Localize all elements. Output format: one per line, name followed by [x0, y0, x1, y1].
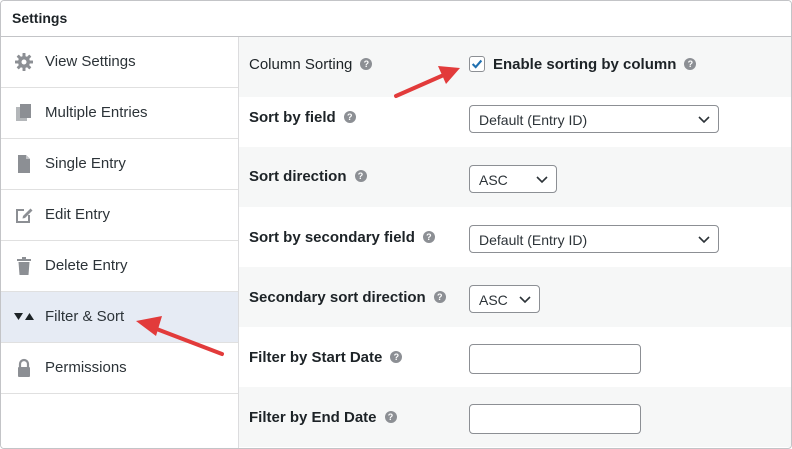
sidebar-item-label: Delete Entry	[45, 257, 128, 274]
sidebar-item-label: Permissions	[45, 359, 127, 376]
setting-label: Filter by End Date?	[249, 409, 397, 426]
row-sort-direction: Sort direction? ASC	[239, 147, 791, 207]
checkmark-icon	[471, 59, 483, 69]
help-icon[interactable]: ?	[360, 58, 373, 70]
row-filter-end-date: Filter by End Date?	[239, 387, 791, 447]
help-icon[interactable]: ?	[390, 351, 403, 363]
sidebar-item-single-entry[interactable]: Single Entry	[1, 139, 238, 190]
secondary-sort-direction-select[interactable]: ASC	[469, 285, 540, 313]
help-icon[interactable]: ?	[433, 291, 446, 303]
settings-panel: Settings View Settings Multiple Entries …	[0, 0, 792, 449]
settings-content: Column Sorting? Enable sorting by column…	[239, 37, 791, 448]
checkbox-label: Enable sorting by column?	[493, 56, 697, 73]
chevron-down-icon	[536, 176, 548, 184]
sort-by-secondary-field-select[interactable]: Default (Entry ID)	[469, 225, 719, 253]
trash-icon	[17, 257, 31, 275]
setting-label: Sort by secondary field?	[249, 229, 435, 246]
gear-icon	[15, 53, 33, 71]
panel-title: Settings	[12, 10, 68, 26]
sidebar-item-label: Single Entry	[45, 155, 126, 172]
help-icon[interactable]: ?	[354, 170, 367, 182]
document-icon	[18, 155, 30, 173]
row-filter-start-date: Filter by Start Date?	[239, 327, 791, 387]
chevron-down-icon	[698, 236, 710, 244]
chevron-down-icon	[698, 116, 710, 124]
filter-end-date-input[interactable]	[469, 404, 641, 434]
help-icon[interactable]: ?	[422, 231, 435, 243]
help-icon[interactable]: ?	[343, 111, 356, 123]
multiple-documents-icon	[16, 104, 31, 121]
sidebar-item-label: Edit Entry	[45, 206, 111, 223]
sidebar-item-multiple-entries[interactable]: Multiple Entries	[1, 88, 238, 139]
setting-label: Sort by field?	[249, 109, 356, 126]
sort-by-field-select[interactable]: Default (Entry ID)	[469, 105, 719, 133]
help-icon[interactable]: ?	[684, 58, 697, 70]
row-secondary-sort-direction: Secondary sort direction? ASC	[239, 267, 791, 327]
sidebar-item-permissions[interactable]: Permissions	[1, 343, 238, 394]
settings-sidebar: View Settings Multiple Entries Single En…	[1, 37, 239, 448]
filter-sort-icon	[14, 313, 34, 320]
setting-label: Sort direction?	[249, 168, 367, 185]
panel-header: Settings	[1, 1, 791, 37]
chevron-down-icon	[519, 296, 531, 304]
setting-label: Column Sorting?	[249, 56, 373, 73]
sidebar-item-label: View Settings	[45, 53, 136, 70]
row-sort-by-secondary-field: Sort by secondary field? Default (Entry …	[239, 207, 791, 267]
row-sort-by-field: Sort by field? Default (Entry ID)	[239, 87, 791, 147]
sidebar-item-filter-sort[interactable]: Filter & Sort	[1, 292, 238, 343]
sidebar-item-delete-entry[interactable]: Delete Entry	[1, 241, 238, 292]
sidebar-item-edit-entry[interactable]: Edit Entry	[1, 190, 238, 241]
help-icon[interactable]: ?	[384, 411, 397, 423]
sidebar-item-label: Filter & Sort	[45, 308, 125, 325]
sidebar-item-view-settings[interactable]: View Settings	[1, 37, 238, 88]
lock-icon	[18, 358, 30, 377]
enable-sorting-checkbox[interactable]	[469, 56, 485, 72]
setting-label: Filter by Start Date?	[249, 349, 403, 366]
setting-label: Secondary sort direction?	[249, 289, 446, 306]
sidebar-item-label: Multiple Entries	[45, 104, 148, 121]
edit-icon	[16, 208, 33, 223]
filter-start-date-input[interactable]	[469, 344, 641, 374]
sort-direction-select[interactable]: ASC	[469, 165, 557, 193]
